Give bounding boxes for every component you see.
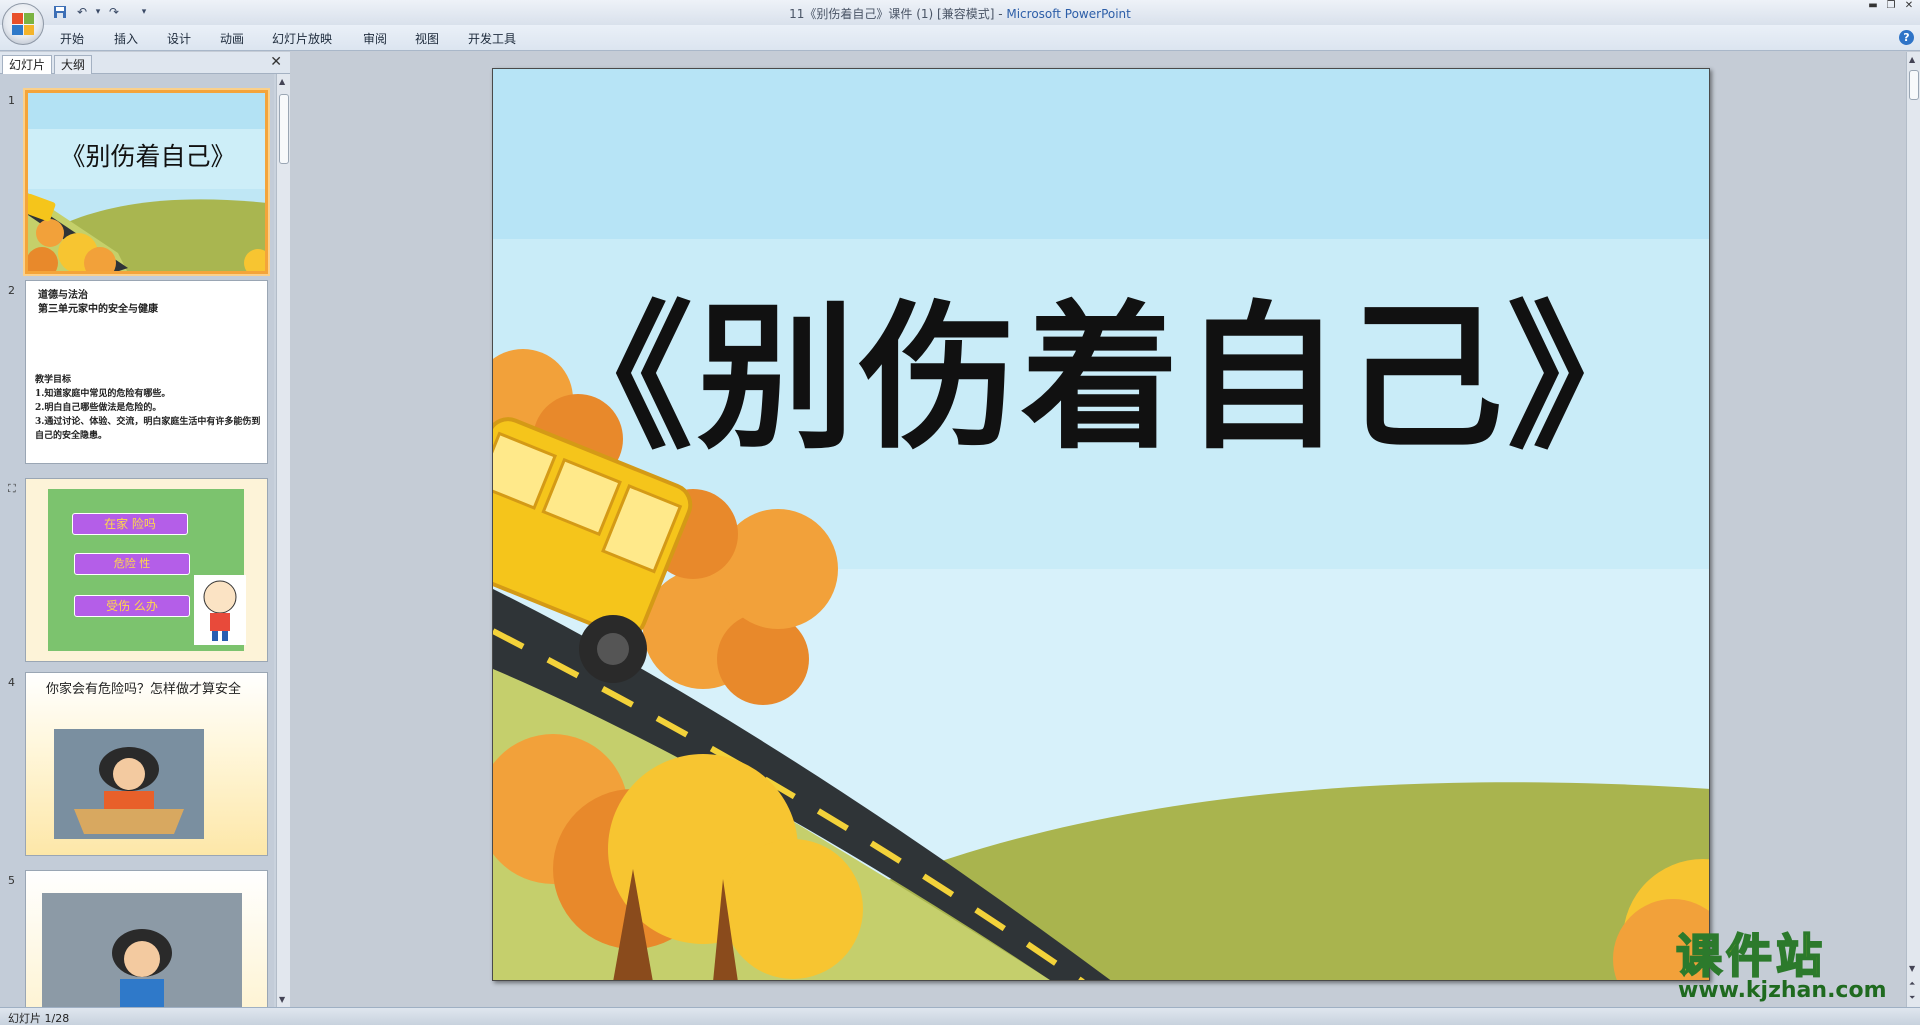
scroll-up-icon[interactable]: ▲ xyxy=(279,77,285,86)
slides-pane: 幻灯片 大纲 ✕ 1 《别伤着自己》 2 道德与法治 第三单元家中的安全与健康 … xyxy=(0,52,290,1007)
slide-number: 4 xyxy=(8,676,15,689)
thumbnail-text: 你家会有危险吗？怎样做才算安全 xyxy=(46,682,242,697)
scroll-down-icon[interactable]: ▼ xyxy=(1909,964,1915,973)
minimize-icon[interactable]: ▬ xyxy=(1866,0,1880,11)
slide-counter: 幻灯片 1/28 xyxy=(8,1012,70,1025)
thumbnail-scrollbar[interactable]: ▲ ▼ xyxy=(276,74,290,1007)
slide-scrollbar[interactable]: ▲ ▼ ⏶ ⏷ xyxy=(1906,52,1920,1007)
slide-number: 5 xyxy=(8,874,15,887)
thumbnail-title: 《别伤着自己》 xyxy=(60,142,236,171)
slide-number: 1 xyxy=(8,94,15,107)
thumbnail-photo xyxy=(42,893,242,1007)
scroll-down-icon[interactable]: ▼ xyxy=(279,995,285,1004)
title-bar: ↶ ▾ ↷ ▾ 11《别伤着自己》课件 (1) [兼容模式] - Microso… xyxy=(0,0,1920,25)
pane-tabs: 幻灯片 大纲 ✕ xyxy=(0,52,290,74)
window-title: 11《别伤着自己》课件 (1) [兼容模式] - Microsoft Power… xyxy=(0,5,1920,22)
thumbnail-text: 1.知道家庭中常见的危险有哪些。 xyxy=(35,389,171,399)
thumbnail-text: 教学目标 xyxy=(35,375,72,385)
close-pane-icon[interactable]: ✕ xyxy=(270,54,282,70)
previous-slide-icon[interactable]: ⏶ xyxy=(1909,979,1915,989)
slide-thumbnail-2[interactable]: 道德与法治 第三单元家中的安全与健康 教学目标 1.知道家庭中常见的危险有哪些。… xyxy=(25,280,268,464)
thumbnail-button: 受伤 么办 xyxy=(74,595,190,617)
office-logo-icon xyxy=(12,13,34,35)
slide-thumbnail-3[interactable]: 在家 险吗 危险 性 受伤 么办 xyxy=(25,478,268,662)
cartoon-kid-icon xyxy=(194,575,246,645)
help-icon[interactable]: ? xyxy=(1899,30,1914,45)
ribbon-tabs: 开始 插入 设计 动画 幻灯片放映 审阅 视图 开发工具 ? xyxy=(0,25,1920,51)
thumbnail-photo xyxy=(54,729,204,839)
thumbnail-text: 2.明白自己哪些做法是危险的。 xyxy=(35,403,162,413)
slide-thumbnail-5[interactable] xyxy=(25,870,268,1007)
thumbnail-text: 道德与法治 xyxy=(38,290,88,301)
thumbnail-text: 第三单元家中的安全与健康 xyxy=(38,304,158,315)
slide-number: 2 xyxy=(8,284,15,297)
tab-developer[interactable]: 开发工具 xyxy=(468,30,516,47)
close-icon[interactable]: ✕ xyxy=(1902,0,1916,11)
tab-slides[interactable]: 幻灯片 xyxy=(2,55,53,74)
current-slide[interactable]: 《别伤着自己》 xyxy=(492,68,1710,981)
thumbnail-list: 1 《别伤着自己》 2 道德与法治 第三单元家中的安全与健康 教学目标 1.知道… xyxy=(0,74,274,1007)
slide-editing-area: 《别伤着自己》 xyxy=(296,52,1900,1007)
slide-background xyxy=(493,69,1709,980)
tab-view[interactable]: 视图 xyxy=(415,30,439,47)
status-bar: 幻灯片 1/28 xyxy=(0,1007,1920,1025)
window-controls: ▬ ❐ ✕ xyxy=(1866,0,1916,11)
tab-animations[interactable]: 动画 xyxy=(220,30,244,47)
tab-review[interactable]: 审阅 xyxy=(363,30,387,47)
scroll-thumb[interactable] xyxy=(1909,70,1919,100)
restore-icon[interactable]: ❐ xyxy=(1884,0,1898,11)
tab-insert[interactable]: 插入 xyxy=(114,30,138,47)
tab-slide-show[interactable]: 幻灯片放映 xyxy=(272,30,332,47)
slide-1-background xyxy=(28,93,265,271)
next-slide-icon[interactable]: ⏷ xyxy=(1909,993,1915,1003)
scroll-up-icon[interactable]: ▲ xyxy=(1909,55,1915,64)
watermark-url: www.kjzhan.com xyxy=(1678,978,1887,1003)
thumbnail-button: 危险 性 xyxy=(74,553,190,575)
thumbnail-text: 3.通过讨论、体验、交流，明白家庭生活中有许多能伤到自己的安全隐患。 xyxy=(35,417,261,441)
slide-thumbnail-4[interactable]: 你家会有危险吗？怎样做才算安全 xyxy=(25,672,268,856)
slide-title[interactable]: 《别伤着自己》 xyxy=(493,279,1709,479)
app-name: Microsoft PowerPoint xyxy=(1006,7,1131,21)
tab-design[interactable]: 设计 xyxy=(167,30,191,47)
office-button[interactable] xyxy=(2,3,44,45)
thumbnail-button: 在家 险吗 xyxy=(72,513,188,535)
tab-outline[interactable]: 大纲 xyxy=(54,55,93,74)
site-watermark: 课件站 www.kjzhan.com xyxy=(1668,920,1904,1006)
slide-thumbnail-1[interactable]: 《别伤着自己》 xyxy=(25,90,268,274)
tab-home[interactable]: 开始 xyxy=(60,30,84,47)
scroll-thumb[interactable] xyxy=(279,94,289,164)
watermark-brand: 课件站 xyxy=(1675,928,1826,984)
document-title: 11《别伤着自己》课件 (1) [兼容模式] - xyxy=(789,7,1007,21)
slide-animation-icon: ⛶ xyxy=(8,482,16,495)
